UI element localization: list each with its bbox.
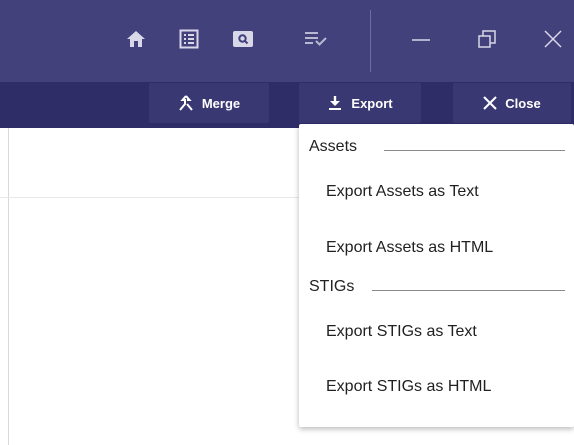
menu-group-stigs-label: STIGs	[309, 278, 355, 295]
checklist-icon[interactable]	[302, 27, 330, 51]
close-x-icon	[483, 96, 498, 110]
menu-item-export-assets-html[interactable]: Export Assets as HTML	[299, 221, 574, 275]
export-button-label: Export	[351, 95, 393, 111]
list-icon[interactable]	[177, 27, 201, 51]
download-icon	[327, 95, 343, 111]
menu-item-export-stigs-html[interactable]: Export STIGs as HTML	[299, 360, 574, 414]
menu-item-export-assets-text[interactable]: Export Assets as Text	[299, 165, 574, 219]
export-menu: Assets Export Assets as Text Export Asse…	[299, 124, 574, 427]
content-panel-border	[8, 128, 9, 445]
export-button[interactable]: Export	[299, 83, 421, 123]
menu-item-export-stigs-text[interactable]: Export STIGs as Text	[299, 305, 574, 359]
close-button-label: Close	[505, 95, 541, 111]
search-icon[interactable]	[231, 28, 255, 50]
menu-group-divider	[372, 290, 565, 291]
merge-icon	[178, 95, 194, 111]
title-bar-divider	[370, 10, 371, 72]
title-bar	[0, 0, 574, 82]
close-icon[interactable]	[541, 27, 565, 51]
merge-button[interactable]: Merge	[149, 83, 269, 123]
close-button[interactable]: Close	[453, 83, 571, 123]
minimize-icon[interactable]	[409, 27, 433, 51]
menu-group-assets-label: Assets	[309, 138, 358, 155]
home-icon[interactable]	[124, 27, 148, 51]
merge-button-label: Merge	[201, 95, 241, 111]
menu-group-divider	[384, 150, 565, 151]
restore-icon[interactable]	[475, 27, 499, 51]
